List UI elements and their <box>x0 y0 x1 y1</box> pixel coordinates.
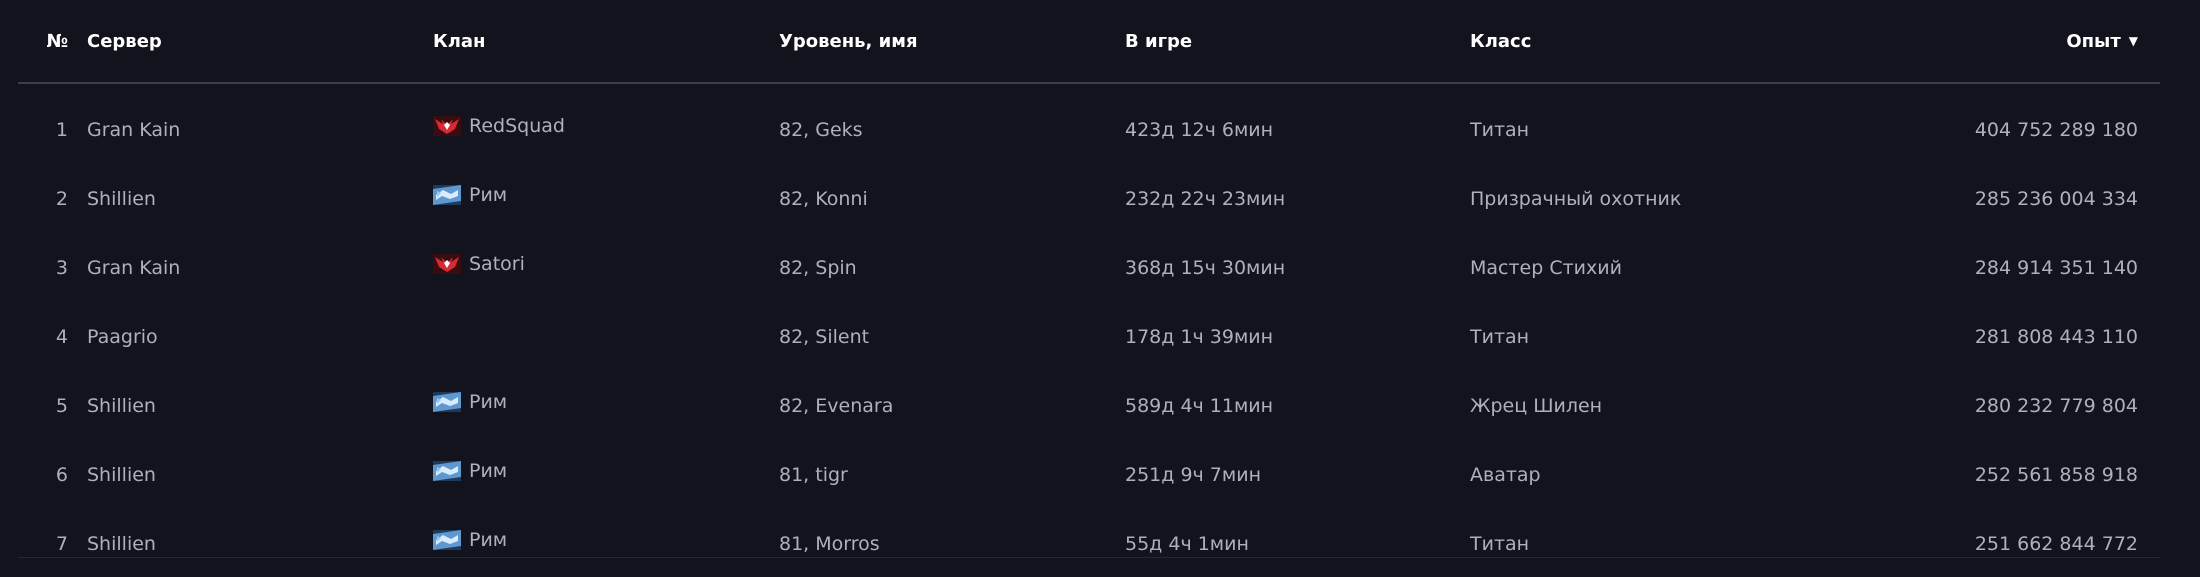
row-time: 178д 1ч 39мин <box>1125 326 1274 348</box>
table-row[interactable]: 2 Shillien Рим 82, Konni 232д 22ч 23мин Призр… <box>18 153 2160 222</box>
red-winged-crest-icon <box>433 254 461 274</box>
header-num: № <box>46 31 68 52</box>
table-row[interactable]: 3 Gran Kain Satori 82, Spin 368д 15ч 30мин Ма… <box>18 222 2160 291</box>
row-server: Shillien <box>87 188 156 210</box>
row-clan-name: Рим <box>469 184 508 206</box>
row-level-name[interactable]: 82, Geks <box>779 119 863 141</box>
row-num: 6 <box>55 464 68 486</box>
blue-banner-crest-icon <box>433 461 461 481</box>
row-class: Жрец Шилен <box>1470 395 1603 417</box>
row-class: Мастер Стихий <box>1470 257 1622 279</box>
row-exp: 281 808 443 110 <box>1974 326 2138 348</box>
row-level-name[interactable]: 82, Konni <box>779 188 868 210</box>
row-class: Аватар <box>1470 464 1541 486</box>
row-level-name[interactable]: 81, Morros <box>779 533 880 555</box>
row-exp: 285 236 004 334 <box>1974 188 2138 210</box>
row-clan[interactable]: Рим <box>433 184 507 206</box>
row-clan-name: Рим <box>469 460 508 482</box>
row-exp: 284 914 351 140 <box>1974 257 2138 279</box>
table-bottom-divider <box>18 557 2160 558</box>
header-class[interactable]: Класс <box>1470 31 1531 52</box>
table-row[interactable]: 6 Shillien Рим 81, tigr 251д 9ч 7мин Аватар 25… <box>18 429 2160 498</box>
row-num: 1 <box>55 119 68 141</box>
row-time: 55д 4ч 1мин <box>1125 533 1249 555</box>
row-num: 2 <box>55 188 68 210</box>
row-clan-name: Satori <box>469 253 525 275</box>
header-exp[interactable]: Опыт ▼ <box>2066 31 2138 52</box>
row-time: 423д 12ч 6мин <box>1125 119 1274 141</box>
row-time: 589д 4ч 11мин <box>1125 395 1274 417</box>
row-exp: 404 752 289 180 <box>1974 119 2138 141</box>
row-level-name[interactable]: 82, Evenara <box>779 395 893 417</box>
header-server[interactable]: Сервер <box>87 31 162 52</box>
table-row[interactable]: 4 Paagrio 82, Silent 178д 1ч 39мин Титан 281 … <box>18 291 2160 360</box>
red-winged-crest-icon <box>433 116 461 136</box>
triangle-down-icon: ▼ <box>2128 34 2138 48</box>
row-num: 7 <box>55 533 68 555</box>
table-header: № Сервер Клан Уровень, имя В игре Класс … <box>18 0 2160 84</box>
row-class: Титан <box>1470 119 1530 141</box>
row-class: Титан <box>1470 326 1530 348</box>
blue-banner-crest-icon <box>433 530 461 550</box>
header-exp-label: Опыт <box>2066 31 2121 52</box>
table-row[interactable]: 5 Shillien Рим 82, Evenara 589д 4ч 11мин Жрец… <box>18 360 2160 429</box>
row-server: Shillien <box>87 533 156 555</box>
row-num: 4 <box>55 326 68 348</box>
row-server: Shillien <box>87 464 156 486</box>
row-level-name[interactable]: 82, Silent <box>779 326 869 348</box>
table-row[interactable]: 1 Gran Kain RedSquad 82, Geks 423д 12ч 6мин Т… <box>18 84 2160 153</box>
row-server: Gran Kain <box>87 119 181 141</box>
blue-banner-crest-icon <box>433 392 461 412</box>
row-num: 5 <box>55 395 68 417</box>
row-time: 232д 22ч 23мин <box>1125 188 1286 210</box>
row-clan-name: Рим <box>469 529 508 551</box>
row-time: 251д 9ч 7мин <box>1125 464 1261 486</box>
row-level-name[interactable]: 82, Spin <box>779 257 857 279</box>
row-server: Gran Kain <box>87 257 181 279</box>
row-clan-name: Рим <box>469 391 508 413</box>
row-class: Призрачный охотник <box>1470 188 1682 210</box>
row-clan-name: RedSquad <box>469 115 565 137</box>
row-exp: 252 561 858 918 <box>1974 464 2138 486</box>
blue-banner-crest-icon <box>433 185 461 205</box>
row-num: 3 <box>55 257 68 279</box>
header-level[interactable]: Уровень, имя <box>779 31 918 52</box>
row-server: Paagrio <box>87 326 158 348</box>
row-class: Титан <box>1470 533 1530 555</box>
row-clan[interactable]: Рим <box>433 391 507 413</box>
ranking-table: № Сервер Клан Уровень, имя В игре Класс … <box>18 0 2160 567</box>
row-clan[interactable]: Satori <box>433 253 525 275</box>
row-clan[interactable]: Рим <box>433 529 507 551</box>
row-level-name[interactable]: 81, tigr <box>779 464 848 486</box>
row-server: Shillien <box>87 395 156 417</box>
row-clan[interactable]: RedSquad <box>433 115 565 137</box>
row-exp: 280 232 779 804 <box>1974 395 2138 417</box>
header-clan[interactable]: Клан <box>433 31 485 52</box>
row-exp: 251 662 844 772 <box>1974 533 2138 555</box>
row-time: 368д 15ч 30мин <box>1125 257 1286 279</box>
row-clan[interactable]: Рим <box>433 460 507 482</box>
header-time[interactable]: В игре <box>1125 31 1192 52</box>
